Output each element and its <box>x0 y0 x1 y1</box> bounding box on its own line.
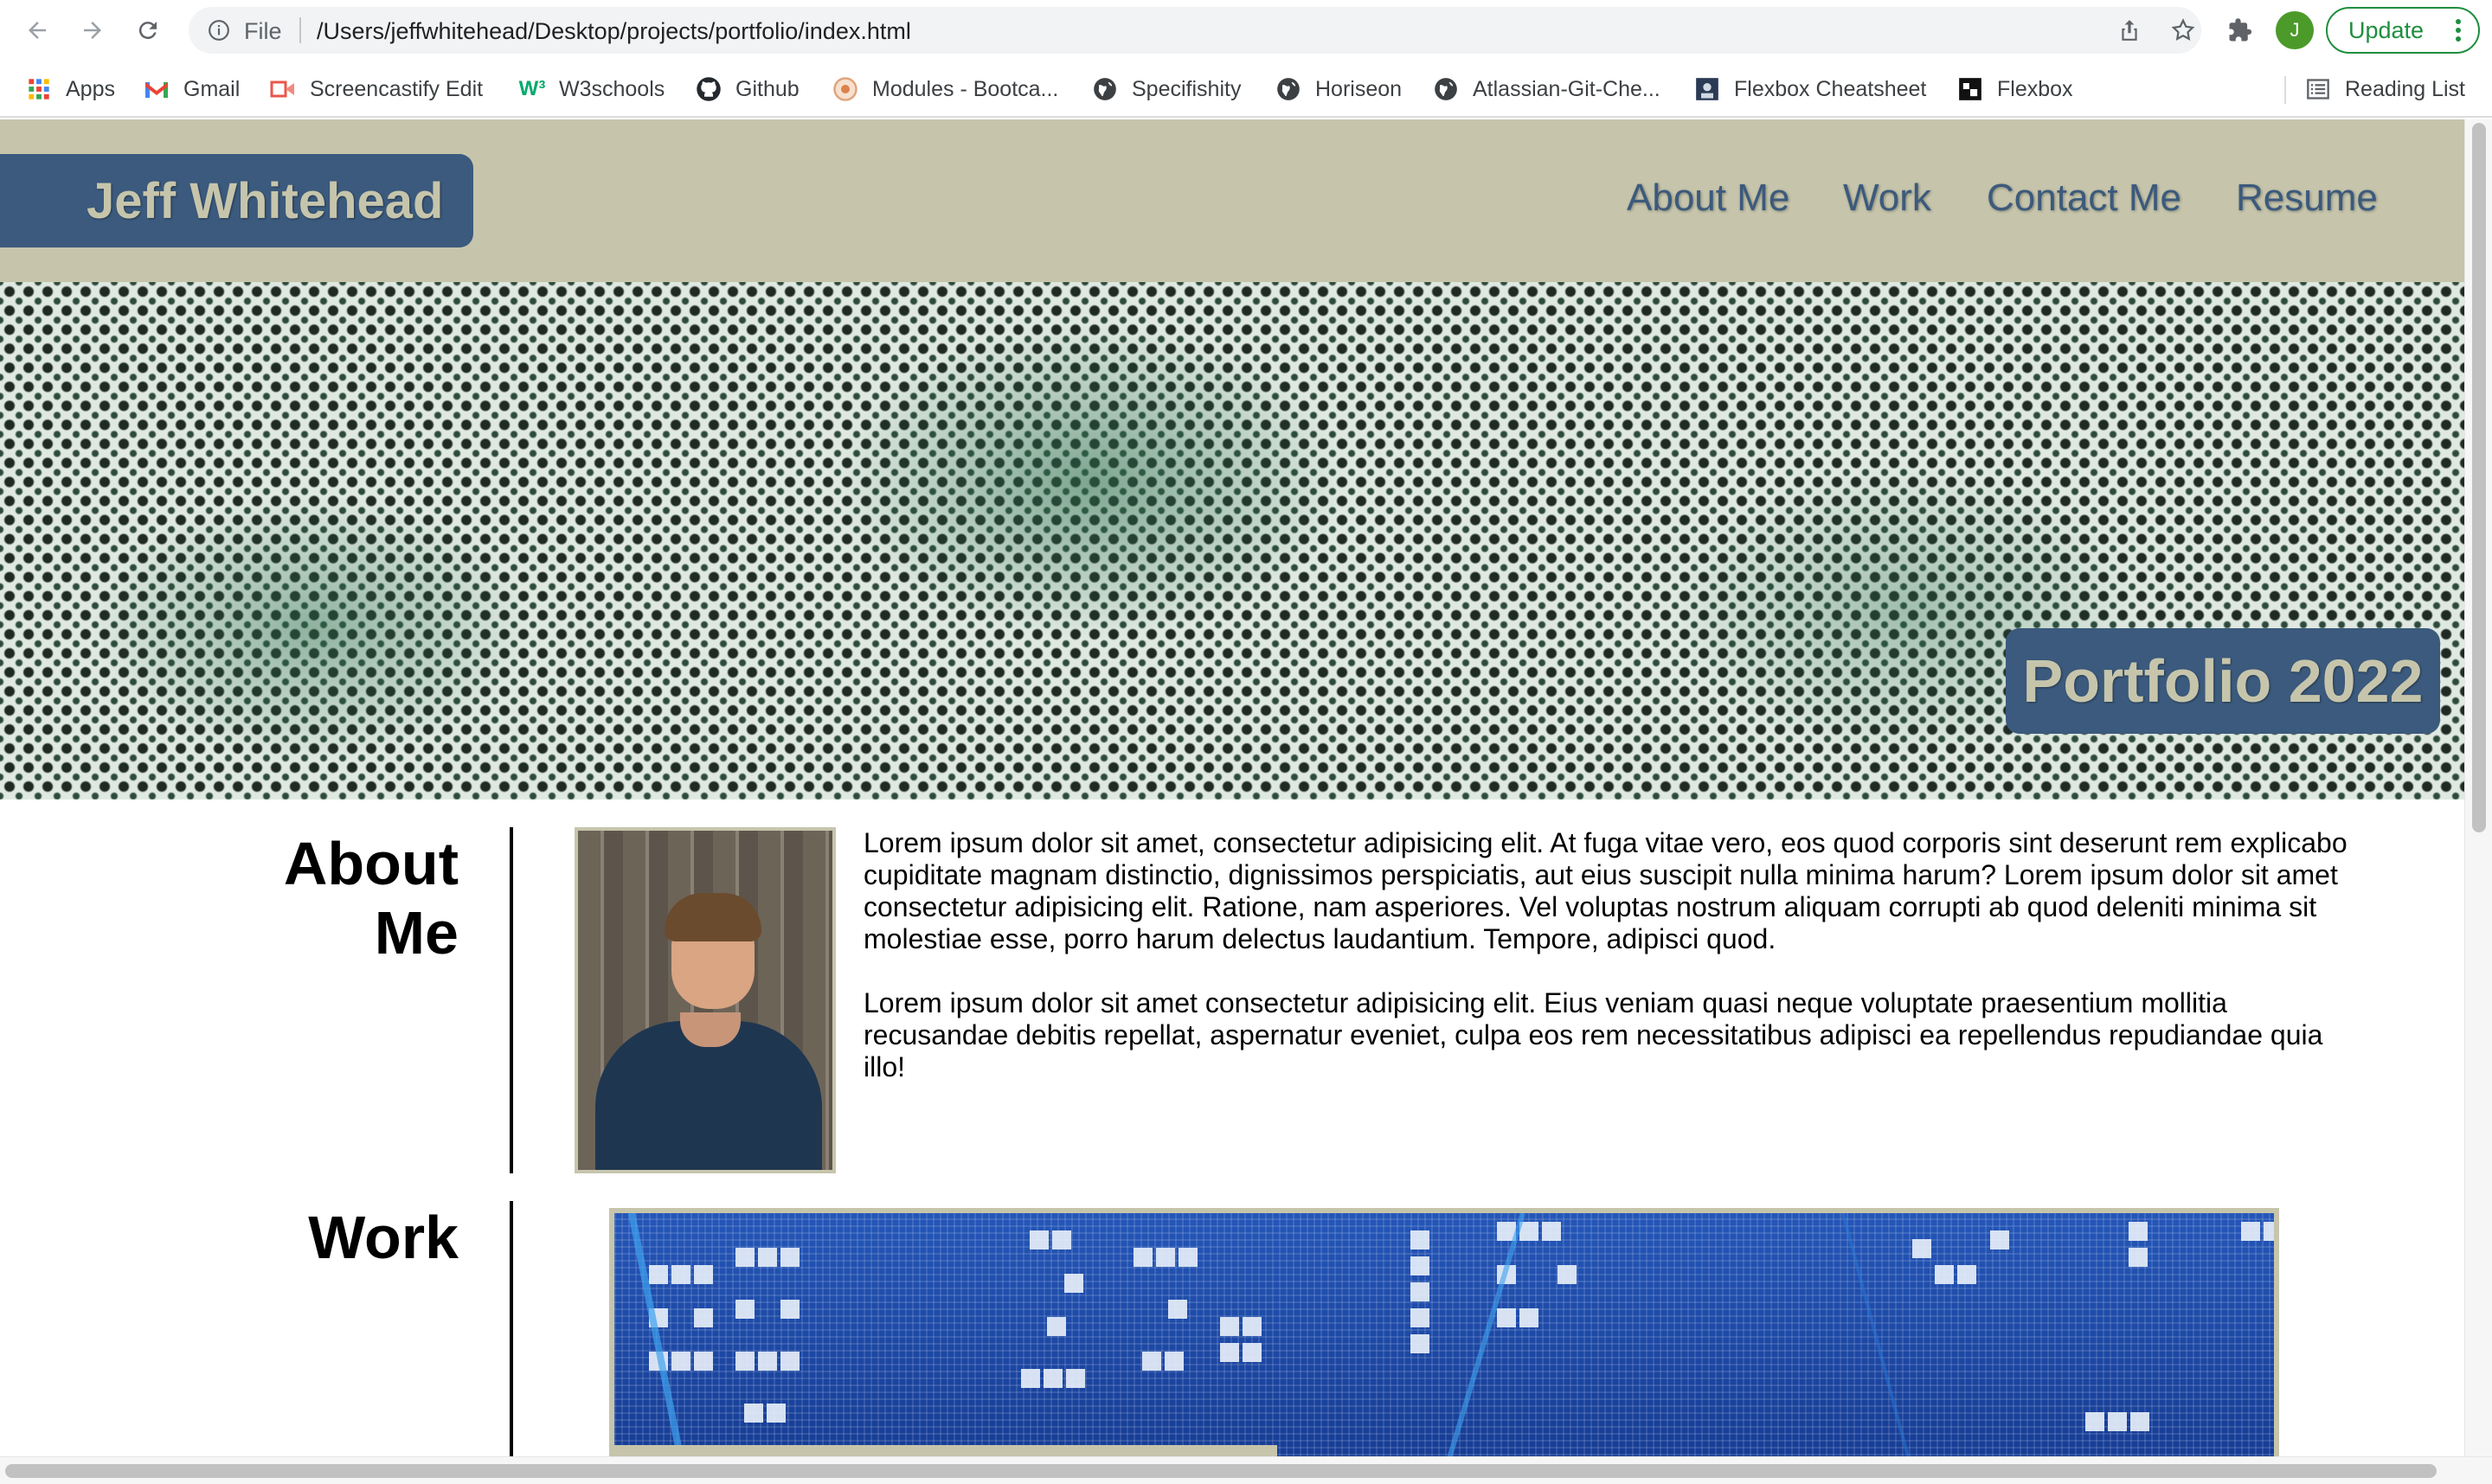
bookmark-gmail[interactable]: Gmail <box>144 71 240 107</box>
bookmark-label: Atlassian-Git-Che... <box>1473 76 1660 101</box>
bookmark-label: Horiseon <box>1315 76 1403 101</box>
reading-list-label: Reading List <box>2345 76 2465 101</box>
bookmark-label: Gmail <box>183 76 241 101</box>
about-paragraph-1: Lorem ipsum dolor sit amet, consectetur … <box>864 827 2347 954</box>
about-paragraph-2: Lorem ipsum dolor sit amet consectetur a… <box>864 987 2323 1082</box>
reading-list-icon <box>2305 76 2331 102</box>
work-divider-line <box>510 1201 513 1456</box>
site-header: Jeff Whitehead About Me Work Contact Me … <box>0 119 2464 282</box>
bootcamp-icon <box>832 76 858 102</box>
gmail-icon <box>144 76 170 102</box>
webpage: Jeff Whitehead About Me Work Contact Me … <box>0 119 2464 1456</box>
bookmarks-bar: Apps Gmail Screencastify Edit W³ W3schoo… <box>0 71 2492 107</box>
hero-title-badge: Portfolio 2022 <box>2006 628 2440 734</box>
about-section-title: About Me <box>284 829 459 967</box>
arrow-right-icon <box>84 22 101 39</box>
github-icon <box>696 76 722 102</box>
info-icon[interactable] <box>206 17 232 43</box>
nav-link-work[interactable]: Work <box>1843 177 1931 220</box>
bookmark-label: Github <box>735 76 800 101</box>
bookmark-label: Modules - Bootca... <box>872 76 1059 101</box>
share-icon[interactable] <box>2116 17 2142 43</box>
about-title-line2: Me <box>374 899 459 967</box>
bookmark-label: W3schools <box>559 76 665 101</box>
vertical-scrollbar-thumb[interactable] <box>2472 123 2486 832</box>
horizontal-scrollbar-thumb[interactable] <box>5 1464 2437 1478</box>
reading-list-button[interactable]: Reading List <box>2305 71 2465 107</box>
reload-button[interactable] <box>128 10 168 50</box>
profile-photo <box>575 827 836 1173</box>
globe-icon <box>1092 76 1118 102</box>
bookmark-apps[interactable]: Apps <box>26 71 115 107</box>
back-button[interactable] <box>17 10 57 50</box>
nav-link-contact-me[interactable]: Contact Me <box>1987 177 2181 220</box>
update-label: Update <box>2348 16 2425 43</box>
bookmark-atlassian-git-cheatsheet[interactable]: Atlassian-Git-Che... <box>1433 71 1660 107</box>
screencastify-icon <box>270 76 296 102</box>
bookmark-modules-bootcamp[interactable]: Modules - Bootca... <box>832 71 1058 107</box>
url-scheme-label: File <box>244 18 282 44</box>
work-project-image[interactable] <box>609 1208 2279 1456</box>
nav-link-resume[interactable]: Resume <box>2236 177 2378 220</box>
bookmark-github[interactable]: Github <box>696 71 800 107</box>
nav-link-about-me[interactable]: About Me <box>1627 177 1789 220</box>
globe-icon <box>1275 76 1301 102</box>
reload-icon <box>138 22 157 40</box>
work-section-title: Work <box>308 1204 459 1271</box>
bookmarks-separator <box>2284 76 2286 104</box>
bookmark-horiseon[interactable]: Horiseon <box>1275 71 1402 107</box>
url-separator <box>299 17 301 43</box>
forward-button[interactable] <box>73 10 112 50</box>
globe-icon <box>1433 76 1459 102</box>
vertical-scrollbar[interactable] <box>2464 119 2492 1456</box>
bookmark-label: Specifishity <box>1132 76 1242 101</box>
update-button[interactable]: Update <box>2326 7 2480 54</box>
arrow-left-icon <box>29 22 46 39</box>
bookmark-specifishity[interactable]: Specifishity <box>1092 71 1241 107</box>
bookmark-label: Screencastify Edit <box>310 76 484 101</box>
menu-dots-icon <box>2456 19 2463 43</box>
flexbox-icon <box>1957 76 1983 102</box>
w3schools-icon: W³ <box>518 77 546 100</box>
bookmark-label: Flexbox <box>1997 76 2073 101</box>
about-title-line1: About <box>283 830 459 897</box>
extensions-puzzle-icon[interactable] <box>2220 10 2260 50</box>
scoreboard-digits-graphic <box>628 1213 2274 1456</box>
flexbox-icon <box>1694 76 1720 102</box>
apps-grid-icon <box>26 76 52 102</box>
bookmark-flexbox[interactable]: Flexbox <box>1957 71 2073 107</box>
bookmark-flexbox-cheatsheet[interactable]: Flexbox Cheatsheet <box>1694 71 1926 107</box>
about-text: Lorem ipsum dolor sit amet, consectetur … <box>864 827 2352 1115</box>
browser-chrome: File /Users/jeffwhitehead/Desktop/projec… <box>0 0 2492 118</box>
bookmark-label: Apps <box>66 76 115 101</box>
work-caption-bar <box>609 1445 1277 1456</box>
about-divider-line <box>510 827 513 1173</box>
bookmark-label: Flexbox Cheatsheet <box>1734 76 1927 101</box>
profile-avatar[interactable]: J <box>2276 11 2314 49</box>
horizontal-scrollbar[interactable] <box>0 1456 2492 1484</box>
browser-toolbar: File /Users/jeffwhitehead/Desktop/projec… <box>0 0 2492 61</box>
bookmark-star-icon[interactable] <box>2170 17 2196 43</box>
site-brand[interactable]: Jeff Whitehead <box>0 154 473 247</box>
url-text[interactable]: /Users/jeffwhitehead/Desktop/projects/po… <box>317 18 911 45</box>
bookmark-w3schools[interactable]: W³ W3schools <box>519 71 665 107</box>
bookmark-screencastify[interactable]: Screencastify Edit <box>270 71 483 107</box>
address-bar[interactable]: File /Users/jeffwhitehead/Desktop/projec… <box>189 7 2201 54</box>
